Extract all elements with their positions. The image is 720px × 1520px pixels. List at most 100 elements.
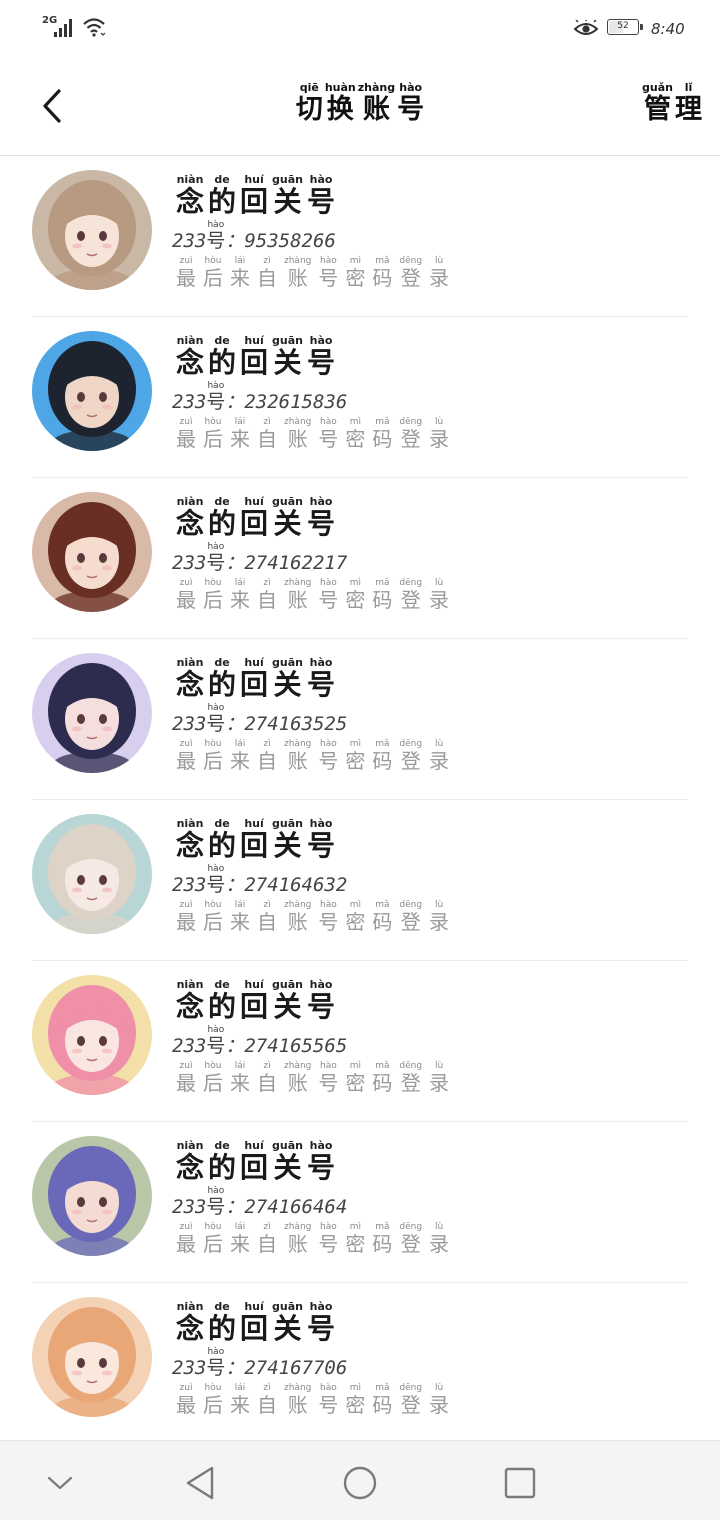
- recents-square-icon: [504, 1467, 536, 1499]
- id-label-char-pinyin: hào: [207, 1025, 225, 1035]
- name-char: niàn 念: [176, 1301, 204, 1345]
- id-separator: ：: [225, 391, 245, 413]
- hint-char-hanzi: 号: [318, 427, 339, 451]
- nav-back-button[interactable]: [178, 1461, 222, 1505]
- hint-char-hanzi: 码: [372, 749, 393, 773]
- hint-char-pinyin: hòu: [204, 1061, 222, 1071]
- hint-char-pinyin: zuì: [179, 1383, 193, 1393]
- hint-char: lù 录: [429, 1222, 449, 1256]
- account-row[interactable]: niàn 念 de 的 huí 回 guān 关 hào 号 233 hào 号： 95358266 zuì…: [0, 156, 720, 317]
- name-char-hanzi: 回: [240, 507, 269, 540]
- name-char: de 的: [208, 1140, 236, 1184]
- hint-char-hanzi: 录: [429, 1393, 450, 1417]
- hint-char: hào 号: [318, 900, 338, 934]
- account-row[interactable]: niàn 念 de 的 huí 回 guān 关 hào 号 233 hào 号： 274162217 zu…: [0, 478, 720, 639]
- hint-char: lù 录: [429, 900, 449, 934]
- account-row[interactable]: niàn 念 de 的 huí 回 guān 关 hào 号 233 hào 号： 274165565 zu…: [0, 961, 720, 1122]
- nav-home-button[interactable]: [338, 1461, 382, 1505]
- hint-char-hanzi: 密: [345, 266, 366, 290]
- name-char: niàn 念: [176, 335, 204, 379]
- name-char: huí 回: [240, 174, 268, 218]
- hint-char-hanzi: 登: [400, 749, 421, 773]
- id-label-char-hanzi: 号: [206, 713, 226, 735]
- hint-char-pinyin: lù: [434, 900, 444, 910]
- hint-char-pinyin: lù: [434, 1222, 444, 1232]
- id-label-char-pinyin: hào: [207, 220, 225, 230]
- hint-char-hanzi: 账: [287, 910, 308, 934]
- id-label-char-pinyin: hào: [207, 542, 225, 552]
- hint-char: hào 号: [318, 1061, 338, 1095]
- hint-char-hanzi: 自: [257, 266, 277, 290]
- hint-char-pinyin: lái: [234, 739, 246, 749]
- hint-char-pinyin: dēng: [399, 900, 423, 910]
- hint-char-pinyin: dēng: [399, 739, 423, 749]
- id-prefix: 233: [172, 1035, 207, 1057]
- account-row[interactable]: niàn 念 de 的 huí 回 guān 关 hào 号 233 hào 号： 232615836 zu…: [0, 317, 720, 478]
- name-char-hanzi: 回: [240, 990, 269, 1023]
- account-name: niàn 念 de 的 huí 回 guān 关 hào 号: [176, 979, 335, 1023]
- hint-char: hào 号: [318, 1383, 338, 1417]
- hint-char-hanzi: 后: [203, 749, 223, 773]
- id-label-char-hanzi: 号: [206, 552, 226, 574]
- account-row[interactable]: niàn 念 de 的 huí 回 guān 关 hào 号 233 hào 号： 274164632 zu…: [0, 800, 720, 961]
- hint-char: zì 自: [257, 900, 277, 934]
- name-char-hanzi: 号: [307, 507, 336, 540]
- hint-char-pinyin: zì: [263, 900, 271, 910]
- name-char-hanzi: 念: [176, 1312, 205, 1345]
- account-row[interactable]: niàn 念 de 的 huí 回 guān 关 hào 号 233 hào 号： 274167706 zu…: [0, 1283, 720, 1444]
- hint-char-hanzi: 号: [318, 1071, 339, 1095]
- hint-char-hanzi: 录: [429, 588, 450, 612]
- nav-recents-button[interactable]: [498, 1461, 542, 1505]
- name-char-hanzi: 念: [176, 990, 205, 1023]
- account-row[interactable]: niàn 念 de 的 huí 回 guān 关 hào 号 233 hào 号： 274163525 zu…: [0, 639, 720, 800]
- hint-char-hanzi: 账: [287, 588, 308, 612]
- hint-char-pinyin: zhàng: [284, 1383, 312, 1393]
- hint-char: dēng 登: [399, 739, 422, 773]
- id-prefix: 233: [172, 391, 207, 413]
- id-number: 274165565: [244, 1035, 348, 1057]
- app-header: qiē 切 huàn 换 zhàng 账 hào 号 guǎn 管 lǐ 理: [0, 58, 720, 156]
- id-prefix: 233: [172, 1196, 207, 1218]
- hint-char-hanzi: 号: [318, 910, 339, 934]
- name-char-hanzi: 关: [273, 668, 302, 701]
- avatar: [32, 331, 152, 451]
- hint-char-hanzi: 自: [257, 1232, 277, 1256]
- hint-char-hanzi: 码: [372, 588, 393, 612]
- hint-char-pinyin: mǎ: [375, 256, 390, 266]
- hint-char-pinyin: mǎ: [375, 1222, 390, 1232]
- account-id: 233 hào 号： 274164632: [172, 864, 347, 896]
- name-char: huí 回: [240, 1301, 268, 1345]
- hint-char-pinyin: lái: [234, 1222, 246, 1232]
- manage-button[interactable]: guǎn 管 lǐ 理: [642, 82, 702, 126]
- hint-char: mǎ 码: [372, 900, 392, 934]
- name-char-hanzi: 号: [307, 1312, 336, 1345]
- navigation-bar: [0, 1440, 720, 1520]
- id-number: 274162217: [244, 552, 348, 574]
- hint-char-hanzi: 登: [400, 1232, 421, 1256]
- name-char: de 的: [208, 818, 236, 862]
- hint-char: dēng 登: [399, 256, 422, 290]
- name-char-hanzi: 回: [240, 185, 269, 218]
- signal-icon: [54, 19, 72, 37]
- hint-char: hòu 后: [203, 739, 223, 773]
- title-char: hào 号: [397, 82, 424, 126]
- account-id: 233 hào 号： 95358266: [172, 220, 336, 252]
- hint-char-hanzi: 自: [257, 588, 277, 612]
- hint-char-pinyin: mì: [349, 1061, 362, 1071]
- title-char-pinyin: huàn: [324, 81, 356, 94]
- hint-char: lái 来: [230, 1383, 250, 1417]
- name-char: de 的: [208, 335, 236, 379]
- id-separator: ：: [225, 230, 245, 252]
- name-char-hanzi: 号: [307, 668, 336, 701]
- account-name: niàn 念 de 的 huí 回 guān 关 hào 号: [176, 1140, 335, 1184]
- hide-nav-button[interactable]: [38, 1461, 82, 1505]
- account-id: 233 hào 号： 274166464: [172, 1186, 347, 1218]
- name-char: niàn 念: [176, 496, 204, 540]
- hint-char: lái 来: [230, 739, 250, 773]
- account-row[interactable]: niàn 念 de 的 huí 回 guān 关 hào 号 233 hào 号： 274166464 zu…: [0, 1122, 720, 1283]
- hint-char: zhàng 账: [284, 256, 311, 290]
- hint-char-pinyin: zhàng: [284, 256, 312, 266]
- hint-char-hanzi: 号: [318, 1232, 339, 1256]
- hint-char-pinyin: mǎ: [375, 1061, 390, 1071]
- login-hint: zuì 最 hòu 后 lái 来 zì 自 zhàng 账 hào 号 mì 密 mǎ 码 dēng 登 lù 录: [176, 1383, 449, 1417]
